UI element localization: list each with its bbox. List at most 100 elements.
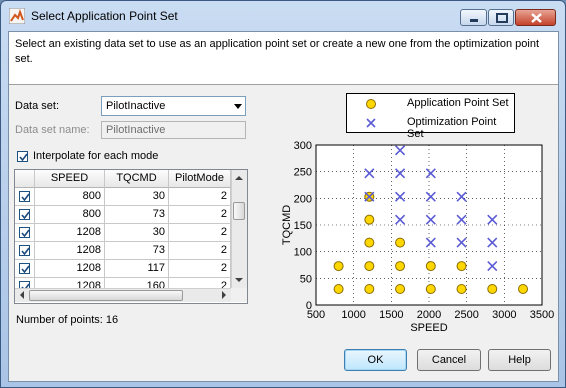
table-row[interactable]: 1208 30 2 (15, 224, 231, 242)
x-tick-label: 2500 (454, 309, 478, 321)
tqcmd-cell[interactable]: 30 (105, 188, 169, 206)
dialog-body: Select an existing data set to use as an… (8, 31, 559, 382)
application-point (333, 261, 344, 272)
matlab-icon (8, 7, 26, 25)
application-point (395, 261, 406, 272)
x-tick-label: 3500 (530, 309, 554, 321)
application-point (364, 214, 375, 225)
row-check-cell[interactable] (15, 188, 35, 206)
row-check-cell[interactable] (15, 242, 35, 260)
close-icon (531, 13, 542, 23)
ok-button[interactable]: OK (344, 349, 407, 371)
data-set-select[interactable]: PilotInactive (101, 96, 246, 116)
chart-legend: Application Point Set Optimization Point… (346, 93, 515, 140)
tqcmd-cell[interactable]: 73 (105, 242, 169, 260)
data-set-value: PilotInactive (106, 100, 166, 112)
row-checkbox[interactable] (19, 245, 30, 256)
mode-cell[interactable]: 2 (169, 188, 231, 206)
mode-cell[interactable]: 2 (169, 260, 231, 278)
mode-cell[interactable]: 2 (169, 224, 231, 242)
check-icon (21, 229, 30, 238)
table-header-pilotmode[interactable]: PilotMode (169, 170, 231, 188)
check-icon (19, 153, 28, 162)
table-row[interactable]: 1208 73 2 (15, 242, 231, 260)
tqcmd-cell[interactable]: 117 (105, 260, 169, 278)
x-tick-label: 1000 (341, 309, 365, 321)
application-point (425, 261, 436, 272)
row-checkbox[interactable] (19, 263, 30, 274)
x-tick-label: 2000 (417, 309, 441, 321)
speed-cell[interactable]: 1208 (35, 260, 105, 278)
application-point (364, 237, 375, 248)
application-point (487, 284, 498, 294)
table-header-tqcmd[interactable]: TQCMD (105, 170, 169, 188)
speed-cell[interactable]: 1208 (35, 224, 105, 242)
x-tick-label: 3000 (492, 309, 516, 321)
table-vertical-scrollbar[interactable] (231, 170, 247, 288)
x-tick-label: 1500 (379, 309, 403, 321)
application-point (333, 284, 344, 294)
row-check-cell[interactable] (15, 206, 35, 224)
minimize-button[interactable] (460, 9, 487, 26)
mode-cell[interactable]: 2 (169, 206, 231, 224)
legend-markers (366, 99, 376, 128)
data-set-label: Data set: (15, 100, 60, 112)
check-icon (21, 247, 30, 256)
application-point (425, 284, 436, 294)
close-button[interactable] (515, 9, 556, 26)
help-button[interactable]: Help (488, 349, 551, 371)
speed-cell[interactable]: 1208 (35, 242, 105, 260)
row-check-cell[interactable] (15, 260, 35, 278)
number-of-points: Number of points: 16 (16, 314, 119, 326)
description-panel: Select an existing data set to use as an… (9, 32, 558, 85)
speed-cell[interactable]: 800 (35, 206, 105, 224)
speed-cell[interactable]: 800 (35, 188, 105, 206)
horizontal-scroll-thumb[interactable] (29, 290, 183, 301)
data-set-name-label: Data set name: (15, 124, 90, 136)
row-checkbox[interactable] (19, 227, 30, 238)
chevron-down-icon (234, 104, 242, 109)
minimize-icon (470, 19, 478, 22)
application-point (364, 261, 375, 272)
tqcmd-cell[interactable]: 30 (105, 224, 169, 242)
table-row[interactable]: 1208 117 2 (15, 260, 231, 278)
title-bar[interactable]: Select Application Point Set (1, 1, 565, 31)
row-checkbox[interactable] (19, 209, 30, 220)
scroll-down-icon[interactable] (232, 274, 246, 286)
legend-x-marker (366, 118, 376, 128)
window-title: Select Application Point Set (31, 9, 178, 23)
table-header-speed[interactable]: SPEED (35, 170, 105, 188)
row-check-cell[interactable] (15, 224, 35, 242)
y-tick-label: 0 (306, 300, 312, 312)
scroll-up-icon[interactable] (232, 172, 246, 184)
maximize-button[interactable] (488, 9, 514, 26)
y-tick-label: 200 (294, 193, 312, 205)
tqcmd-cell[interactable]: 73 (105, 206, 169, 224)
application-point (456, 284, 467, 294)
check-icon (21, 265, 30, 274)
table-header-check (15, 170, 35, 188)
data-set-name-field[interactable]: PilotInactive (101, 121, 246, 139)
scroll-right-icon[interactable] (218, 289, 230, 301)
vertical-scroll-thumb[interactable] (233, 202, 245, 220)
y-tick-label: 100 (294, 247, 312, 259)
application-point (364, 284, 375, 294)
cancel-button[interactable]: Cancel (417, 349, 481, 371)
table-row[interactable]: 800 73 2 (15, 206, 231, 224)
check-icon (21, 193, 30, 202)
maximize-icon (496, 13, 508, 23)
mode-cell[interactable]: 2 (169, 242, 231, 260)
legend-label-application: Application Point Set (407, 97, 509, 109)
interpolate-label: Interpolate for each mode (33, 150, 159, 162)
application-point (518, 284, 529, 294)
scatter-chart: 500 1000 1500 2000 2500 3000 35000501001502002… (281, 140, 554, 334)
dialog-window: Select Application Point Set Select an e… (0, 0, 566, 388)
application-point (456, 261, 467, 272)
scroll-left-icon[interactable] (16, 289, 28, 301)
description-text: Select an existing data set to use as an… (15, 38, 540, 65)
interpolate-checkbox[interactable] (17, 151, 28, 162)
row-checkbox[interactable] (19, 191, 30, 202)
y-axis-label: TQCMD (281, 205, 293, 245)
table-row[interactable]: 800 30 2 (15, 188, 231, 206)
table-horizontal-scrollbar[interactable] (15, 288, 231, 302)
